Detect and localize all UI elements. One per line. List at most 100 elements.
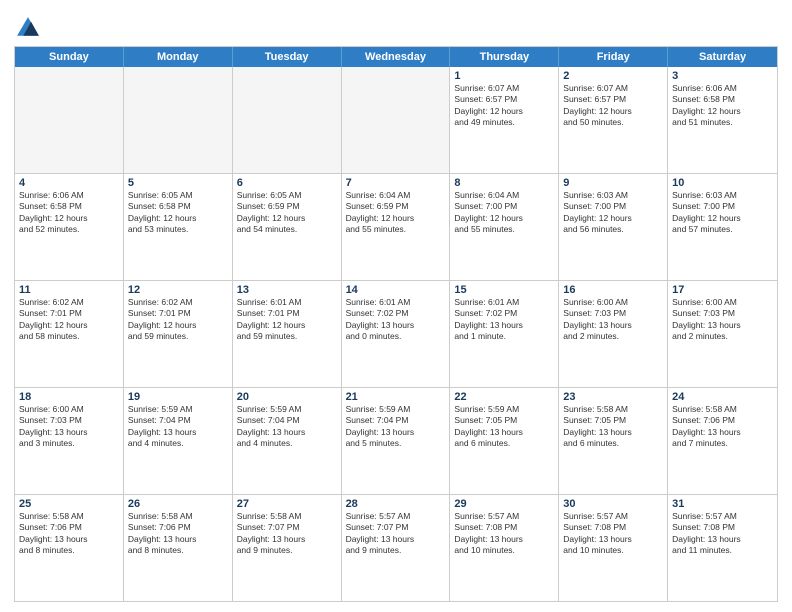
calendar-week-0: 1Sunrise: 6:07 AMSunset: 6:57 PMDaylight… <box>15 67 777 174</box>
calendar-day-8: 8Sunrise: 6:04 AMSunset: 7:00 PMDaylight… <box>450 174 559 280</box>
calendar-empty <box>15 67 124 173</box>
calendar-week-2: 11Sunrise: 6:02 AMSunset: 7:01 PMDayligh… <box>15 281 777 388</box>
calendar-day-24: 24Sunrise: 5:58 AMSunset: 7:06 PMDayligh… <box>668 388 777 494</box>
day-number: 23 <box>563 391 663 403</box>
calendar-day-15: 15Sunrise: 6:01 AMSunset: 7:02 PMDayligh… <box>450 281 559 387</box>
logo-icon <box>14 14 42 42</box>
day-info: Sunrise: 5:59 AMSunset: 7:05 PMDaylight:… <box>454 404 554 450</box>
day-info: Sunrise: 6:03 AMSunset: 7:00 PMDaylight:… <box>563 190 663 236</box>
page: SundayMondayTuesdayWednesdayThursdayFrid… <box>0 0 792 612</box>
day-info: Sunrise: 5:57 AMSunset: 7:07 PMDaylight:… <box>346 511 446 557</box>
logo <box>14 14 44 42</box>
calendar: SundayMondayTuesdayWednesdayThursdayFrid… <box>14 46 778 602</box>
day-number: 24 <box>672 391 773 403</box>
day-number: 14 <box>346 284 446 296</box>
calendar-day-25: 25Sunrise: 5:58 AMSunset: 7:06 PMDayligh… <box>15 495 124 601</box>
calendar-day-27: 27Sunrise: 5:58 AMSunset: 7:07 PMDayligh… <box>233 495 342 601</box>
day-info: Sunrise: 6:06 AMSunset: 6:58 PMDaylight:… <box>672 83 773 129</box>
day-info: Sunrise: 6:02 AMSunset: 7:01 PMDaylight:… <box>19 297 119 343</box>
day-number: 13 <box>237 284 337 296</box>
day-info: Sunrise: 6:06 AMSunset: 6:58 PMDaylight:… <box>19 190 119 236</box>
calendar-day-28: 28Sunrise: 5:57 AMSunset: 7:07 PMDayligh… <box>342 495 451 601</box>
calendar-day-5: 5Sunrise: 6:05 AMSunset: 6:58 PMDaylight… <box>124 174 233 280</box>
header-saturday: Saturday <box>668 47 777 67</box>
calendar-day-19: 19Sunrise: 5:59 AMSunset: 7:04 PMDayligh… <box>124 388 233 494</box>
day-info: Sunrise: 6:01 AMSunset: 7:02 PMDaylight:… <box>454 297 554 343</box>
day-number: 12 <box>128 284 228 296</box>
calendar-day-1: 1Sunrise: 6:07 AMSunset: 6:57 PMDaylight… <box>450 67 559 173</box>
day-info: Sunrise: 6:00 AMSunset: 7:03 PMDaylight:… <box>563 297 663 343</box>
day-number: 3 <box>672 70 773 82</box>
calendar-day-7: 7Sunrise: 6:04 AMSunset: 6:59 PMDaylight… <box>342 174 451 280</box>
day-info: Sunrise: 6:01 AMSunset: 7:02 PMDaylight:… <box>346 297 446 343</box>
calendar-day-2: 2Sunrise: 6:07 AMSunset: 6:57 PMDaylight… <box>559 67 668 173</box>
calendar-week-4: 25Sunrise: 5:58 AMSunset: 7:06 PMDayligh… <box>15 495 777 601</box>
day-number: 22 <box>454 391 554 403</box>
day-number: 2 <box>563 70 663 82</box>
day-number: 7 <box>346 177 446 189</box>
day-number: 21 <box>346 391 446 403</box>
header-monday: Monday <box>124 47 233 67</box>
day-number: 5 <box>128 177 228 189</box>
day-number: 1 <box>454 70 554 82</box>
calendar-empty <box>233 67 342 173</box>
calendar-day-13: 13Sunrise: 6:01 AMSunset: 7:01 PMDayligh… <box>233 281 342 387</box>
calendar-empty <box>124 67 233 173</box>
day-info: Sunrise: 5:57 AMSunset: 7:08 PMDaylight:… <box>563 511 663 557</box>
calendar-day-10: 10Sunrise: 6:03 AMSunset: 7:00 PMDayligh… <box>668 174 777 280</box>
calendar-day-11: 11Sunrise: 6:02 AMSunset: 7:01 PMDayligh… <box>15 281 124 387</box>
day-number: 20 <box>237 391 337 403</box>
day-info: Sunrise: 6:03 AMSunset: 7:00 PMDaylight:… <box>672 190 773 236</box>
header-thursday: Thursday <box>450 47 559 67</box>
day-number: 27 <box>237 498 337 510</box>
calendar-day-26: 26Sunrise: 5:58 AMSunset: 7:06 PMDayligh… <box>124 495 233 601</box>
day-number: 6 <box>237 177 337 189</box>
header <box>14 10 778 42</box>
day-info: Sunrise: 5:58 AMSunset: 7:06 PMDaylight:… <box>128 511 228 557</box>
header-wednesday: Wednesday <box>342 47 451 67</box>
day-number: 26 <box>128 498 228 510</box>
day-number: 28 <box>346 498 446 510</box>
day-number: 15 <box>454 284 554 296</box>
day-info: Sunrise: 6:05 AMSunset: 6:58 PMDaylight:… <box>128 190 228 236</box>
day-info: Sunrise: 5:58 AMSunset: 7:06 PMDaylight:… <box>672 404 773 450</box>
day-info: Sunrise: 6:07 AMSunset: 6:57 PMDaylight:… <box>563 83 663 129</box>
day-info: Sunrise: 6:04 AMSunset: 7:00 PMDaylight:… <box>454 190 554 236</box>
day-number: 10 <box>672 177 773 189</box>
day-number: 25 <box>19 498 119 510</box>
day-number: 19 <box>128 391 228 403</box>
day-number: 16 <box>563 284 663 296</box>
day-info: Sunrise: 5:58 AMSunset: 7:07 PMDaylight:… <box>237 511 337 557</box>
calendar-header: SundayMondayTuesdayWednesdayThursdayFrid… <box>15 47 777 67</box>
day-number: 30 <box>563 498 663 510</box>
day-info: Sunrise: 5:58 AMSunset: 7:06 PMDaylight:… <box>19 511 119 557</box>
calendar-week-1: 4Sunrise: 6:06 AMSunset: 6:58 PMDaylight… <box>15 174 777 281</box>
calendar-day-29: 29Sunrise: 5:57 AMSunset: 7:08 PMDayligh… <box>450 495 559 601</box>
day-info: Sunrise: 5:57 AMSunset: 7:08 PMDaylight:… <box>672 511 773 557</box>
day-info: Sunrise: 5:57 AMSunset: 7:08 PMDaylight:… <box>454 511 554 557</box>
calendar-day-23: 23Sunrise: 5:58 AMSunset: 7:05 PMDayligh… <box>559 388 668 494</box>
calendar-day-30: 30Sunrise: 5:57 AMSunset: 7:08 PMDayligh… <box>559 495 668 601</box>
header-sunday: Sunday <box>15 47 124 67</box>
calendar-body: 1Sunrise: 6:07 AMSunset: 6:57 PMDaylight… <box>15 67 777 601</box>
header-tuesday: Tuesday <box>233 47 342 67</box>
calendar-day-4: 4Sunrise: 6:06 AMSunset: 6:58 PMDaylight… <box>15 174 124 280</box>
calendar-day-3: 3Sunrise: 6:06 AMSunset: 6:58 PMDaylight… <box>668 67 777 173</box>
day-info: Sunrise: 6:05 AMSunset: 6:59 PMDaylight:… <box>237 190 337 236</box>
day-number: 31 <box>672 498 773 510</box>
day-number: 17 <box>672 284 773 296</box>
day-number: 11 <box>19 284 119 296</box>
day-number: 9 <box>563 177 663 189</box>
day-info: Sunrise: 6:01 AMSunset: 7:01 PMDaylight:… <box>237 297 337 343</box>
day-info: Sunrise: 6:00 AMSunset: 7:03 PMDaylight:… <box>19 404 119 450</box>
calendar-day-18: 18Sunrise: 6:00 AMSunset: 7:03 PMDayligh… <box>15 388 124 494</box>
day-info: Sunrise: 5:59 AMSunset: 7:04 PMDaylight:… <box>237 404 337 450</box>
calendar-day-31: 31Sunrise: 5:57 AMSunset: 7:08 PMDayligh… <box>668 495 777 601</box>
day-number: 18 <box>19 391 119 403</box>
calendar-day-20: 20Sunrise: 5:59 AMSunset: 7:04 PMDayligh… <box>233 388 342 494</box>
day-info: Sunrise: 6:00 AMSunset: 7:03 PMDaylight:… <box>672 297 773 343</box>
day-info: Sunrise: 5:59 AMSunset: 7:04 PMDaylight:… <box>128 404 228 450</box>
day-info: Sunrise: 6:02 AMSunset: 7:01 PMDaylight:… <box>128 297 228 343</box>
day-info: Sunrise: 6:07 AMSunset: 6:57 PMDaylight:… <box>454 83 554 129</box>
day-info: Sunrise: 5:58 AMSunset: 7:05 PMDaylight:… <box>563 404 663 450</box>
